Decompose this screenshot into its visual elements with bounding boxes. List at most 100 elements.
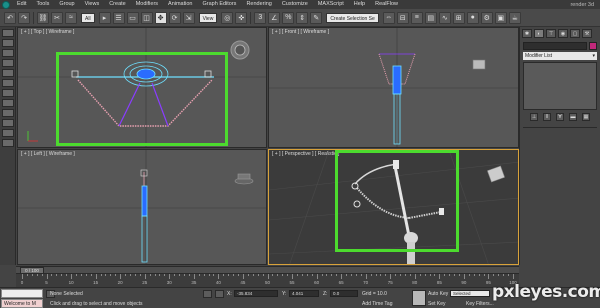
menu-group[interactable]: Group bbox=[54, 0, 79, 9]
add-time-tag[interactable]: Add Time Tag bbox=[362, 301, 392, 307]
viewport-top[interactable]: [ + ] [ Top ] [ Wireframe ] bbox=[17, 27, 267, 148]
strip-button[interactable] bbox=[1, 39, 14, 47]
strip-button[interactable] bbox=[1, 109, 14, 117]
viewport-left[interactable]: [ + ] [ Left ] [ Wireframe ] bbox=[17, 149, 267, 265]
track-bar[interactable]: 0 5 10 15 20 25 30 35 40 45 50 55 60 65 70 75 80 85 90 95 10… bbox=[16, 273, 519, 287]
y-coordinate-field[interactable]: 4.041 bbox=[289, 290, 319, 297]
timeline-minor-tick bbox=[306, 274, 308, 276]
select-by-name-icon[interactable]: ☰ bbox=[112, 11, 125, 24]
menu-realflow[interactable]: RealFlow bbox=[370, 0, 403, 9]
strip-button[interactable] bbox=[1, 79, 14, 87]
edit-named-selection-icon[interactable]: ✎ bbox=[310, 11, 323, 24]
app-logo-icon[interactable] bbox=[0, 0, 12, 9]
pin-stack-icon[interactable]: ⊥ bbox=[530, 113, 538, 121]
utilities-tab-icon[interactable]: ⚒ bbox=[582, 29, 592, 38]
absolute-mode-icon[interactable] bbox=[215, 290, 224, 298]
timeline-minor-tick bbox=[444, 274, 446, 276]
object-color-swatch[interactable] bbox=[589, 42, 597, 50]
timeline-minor-tick bbox=[228, 274, 230, 276]
align-icon[interactable]: ⊟ bbox=[396, 11, 409, 24]
key-icon[interactable] bbox=[412, 290, 426, 306]
select-and-manipulate-icon[interactable]: ✜ bbox=[235, 11, 248, 24]
remove-modifier-icon[interactable]: ▬ bbox=[569, 113, 577, 121]
move-icon[interactable]: ✥ bbox=[154, 11, 167, 24]
time-slider[interactable]: 0 / 100 bbox=[16, 266, 519, 274]
pivot-center-icon[interactable]: ◎ bbox=[221, 11, 234, 24]
named-selection-dropdown[interactable]: Create Selection Se bbox=[326, 12, 379, 23]
render-production-icon[interactable]: ☕ bbox=[508, 11, 521, 24]
modifier-list-dropdown[interactable]: Modifier List ▾ bbox=[523, 52, 597, 60]
set-key-button[interactable]: Set Key bbox=[428, 301, 446, 307]
material-editor-icon[interactable]: ● bbox=[466, 11, 479, 24]
make-unique-icon[interactable]: ∀ bbox=[556, 113, 564, 121]
strip-button[interactable] bbox=[1, 29, 14, 37]
menu-modifiers[interactable]: Modifiers bbox=[131, 0, 163, 9]
timeline-tick-label: 70 bbox=[363, 280, 369, 285]
menu-tools[interactable]: Tools bbox=[31, 0, 54, 9]
menu-create[interactable]: Create bbox=[104, 0, 131, 9]
hierarchy-tab-icon[interactable]: ⊤ bbox=[546, 29, 556, 38]
render-setup-icon[interactable]: ⚙ bbox=[480, 11, 493, 24]
viewport-front[interactable]: [ + ] [ Front ] [ Wireframe ] bbox=[268, 27, 519, 148]
menu-rendering[interactable]: Rendering bbox=[241, 0, 276, 9]
angle-snap-icon[interactable]: ∠ bbox=[268, 11, 281, 24]
strip-button[interactable] bbox=[1, 139, 14, 147]
menu-customize[interactable]: Customize bbox=[277, 0, 313, 9]
strip-button[interactable] bbox=[1, 129, 14, 137]
timeline-minor-tick bbox=[296, 274, 298, 276]
graphite-ribbon-icon[interactable]: ▤ bbox=[424, 11, 437, 24]
unlink-icon[interactable]: ✂ bbox=[51, 11, 63, 24]
modifier-stack[interactable] bbox=[523, 62, 597, 110]
undo-icon[interactable]: ↶ bbox=[4, 11, 16, 24]
search-field[interactable]: render 3d bbox=[570, 2, 600, 8]
bind-space-warp-icon[interactable]: ≈ bbox=[65, 11, 77, 24]
modify-tab-icon[interactable]: ◐ bbox=[534, 29, 544, 38]
display-tab-icon[interactable]: ▢ bbox=[570, 29, 580, 38]
key-filter-selection-dropdown[interactable]: Selected bbox=[450, 290, 490, 297]
lock-icon[interactable] bbox=[203, 290, 212, 298]
redo-icon[interactable]: ↷ bbox=[18, 11, 30, 24]
auto-key-button[interactable]: Auto Key bbox=[428, 291, 448, 297]
menu-animation[interactable]: Animation bbox=[163, 0, 197, 9]
create-tab-icon[interactable]: ✱ bbox=[522, 29, 532, 38]
rendered-frame-window-icon[interactable]: ▣ bbox=[494, 11, 507, 24]
strip-button[interactable] bbox=[1, 59, 14, 67]
menu-help[interactable]: Help bbox=[349, 0, 370, 9]
timeline-minor-tick bbox=[468, 274, 470, 276]
schematic-view-icon[interactable]: ⊞ bbox=[452, 11, 465, 24]
link-icon[interactable]: ⛓ bbox=[37, 11, 49, 24]
layer-manager-icon[interactable]: ≡ bbox=[410, 11, 423, 24]
strip-button[interactable] bbox=[1, 99, 14, 107]
spinner-snap-icon[interactable]: ⇕ bbox=[296, 11, 309, 24]
z-coordinate-field[interactable]: 0.0 bbox=[330, 290, 358, 297]
key-filters-button[interactable]: Key Filters... bbox=[466, 301, 494, 307]
strip-button[interactable] bbox=[1, 49, 14, 57]
viewport-perspective[interactable]: [ + ] [ Perspective ] [ Realistic ] bbox=[268, 149, 519, 265]
maxscript-listener-field[interactable] bbox=[1, 289, 43, 298]
selection-filter-dropdown[interactable]: All bbox=[81, 12, 95, 23]
curve-editor-icon[interactable]: ∿ bbox=[438, 11, 451, 24]
x-coordinate-field[interactable]: -35.834 bbox=[234, 290, 278, 297]
timeline-tick bbox=[46, 274, 48, 279]
reference-coordinate-dropdown[interactable]: View bbox=[198, 12, 218, 23]
rectangular-selection-icon[interactable]: ▭ bbox=[126, 11, 139, 24]
menu-maxscript[interactable]: MAXScript bbox=[313, 0, 349, 9]
strip-button[interactable] bbox=[1, 69, 14, 77]
menu-edit[interactable]: Edit bbox=[12, 0, 31, 9]
select-object-icon[interactable]: ▸ bbox=[98, 11, 111, 24]
snap-toggle-icon[interactable]: 3 bbox=[254, 11, 267, 24]
scale-icon[interactable]: ⇲ bbox=[182, 11, 195, 24]
show-end-result-icon[interactable]: ‖ bbox=[543, 113, 551, 121]
welcome-message[interactable]: Welcome to M bbox=[1, 299, 43, 308]
menu-graph-editors[interactable]: Graph Editors bbox=[198, 0, 242, 9]
rotate-icon[interactable]: ⟳ bbox=[168, 11, 181, 24]
strip-button[interactable] bbox=[1, 89, 14, 97]
menu-views[interactable]: Views bbox=[80, 0, 105, 9]
mirror-icon[interactable]: ⇔ bbox=[382, 11, 395, 24]
window-crossing-icon[interactable]: ◫ bbox=[140, 11, 153, 24]
object-name-field[interactable] bbox=[523, 42, 587, 50]
motion-tab-icon[interactable]: ◉ bbox=[558, 29, 568, 38]
configure-sets-icon[interactable]: ▦ bbox=[582, 113, 590, 121]
strip-button[interactable] bbox=[1, 119, 14, 127]
percent-snap-icon[interactable]: % bbox=[282, 11, 295, 24]
